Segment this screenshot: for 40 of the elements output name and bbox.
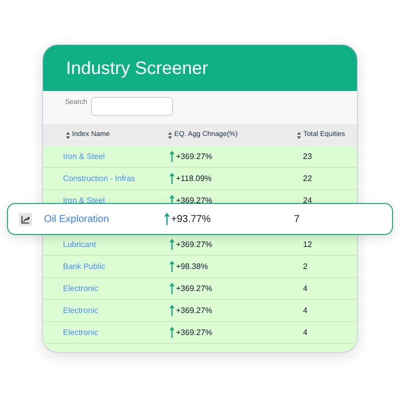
up-arrow-icon bbox=[169, 283, 175, 294]
sort-icon[interactable] bbox=[168, 132, 172, 138]
up-arrow-icon bbox=[164, 213, 170, 225]
change-value: +118.09% bbox=[176, 172, 212, 184]
industry-link[interactable]: Bank Public bbox=[63, 262, 106, 270]
industry-link[interactable]: Electronic bbox=[63, 284, 98, 292]
sort-icon[interactable] bbox=[66, 132, 70, 138]
industry-link[interactable]: Lubricant bbox=[63, 240, 96, 248]
change-value: +93.77% bbox=[171, 212, 211, 226]
change-value: +98.38% bbox=[176, 260, 208, 272]
industry-link[interactable]: Construction - Infras bbox=[63, 174, 136, 182]
industry-link[interactable]: Iron & Steel bbox=[63, 152, 105, 160]
industry-link[interactable]: Electronic bbox=[63, 306, 98, 314]
up-arrow-icon bbox=[169, 261, 175, 272]
search-field[interactable] bbox=[91, 97, 174, 116]
up-arrow-icon bbox=[169, 151, 175, 162]
up-arrow-icon bbox=[169, 239, 175, 250]
total-value: 7 bbox=[294, 212, 300, 226]
up-arrow-icon bbox=[169, 305, 175, 316]
total-value: 4 bbox=[303, 326, 308, 338]
up-arrow-icon bbox=[169, 327, 175, 338]
change-value: +369.27% bbox=[176, 304, 212, 316]
change-value: +369.27% bbox=[176, 150, 212, 162]
chart-icon[interactable] bbox=[19, 212, 32, 226]
up-arrow-icon bbox=[169, 173, 175, 184]
change-value: +369.27% bbox=[176, 238, 212, 250]
total-value: 12 bbox=[303, 238, 312, 250]
total-value: 22 bbox=[303, 172, 312, 184]
highlighted-row[interactable]: Oil Exploration +93.77% 7 bbox=[7, 203, 393, 235]
industry-link[interactable]: Iron & Steel bbox=[63, 196, 105, 204]
change-value: +369.27% bbox=[176, 282, 212, 294]
industry-link[interactable]: Electronic bbox=[63, 328, 98, 336]
change-value: +369.27% bbox=[176, 326, 212, 338]
total-value: 4 bbox=[303, 282, 308, 294]
total-value: 4 bbox=[303, 304, 308, 316]
total-value: 23 bbox=[303, 150, 312, 162]
total-value: 2 bbox=[303, 260, 308, 272]
window-title: Industry Screener bbox=[66, 56, 208, 80]
sort-icon[interactable] bbox=[297, 132, 302, 138]
industry-link[interactable]: Oil Exploration bbox=[44, 212, 164, 226]
